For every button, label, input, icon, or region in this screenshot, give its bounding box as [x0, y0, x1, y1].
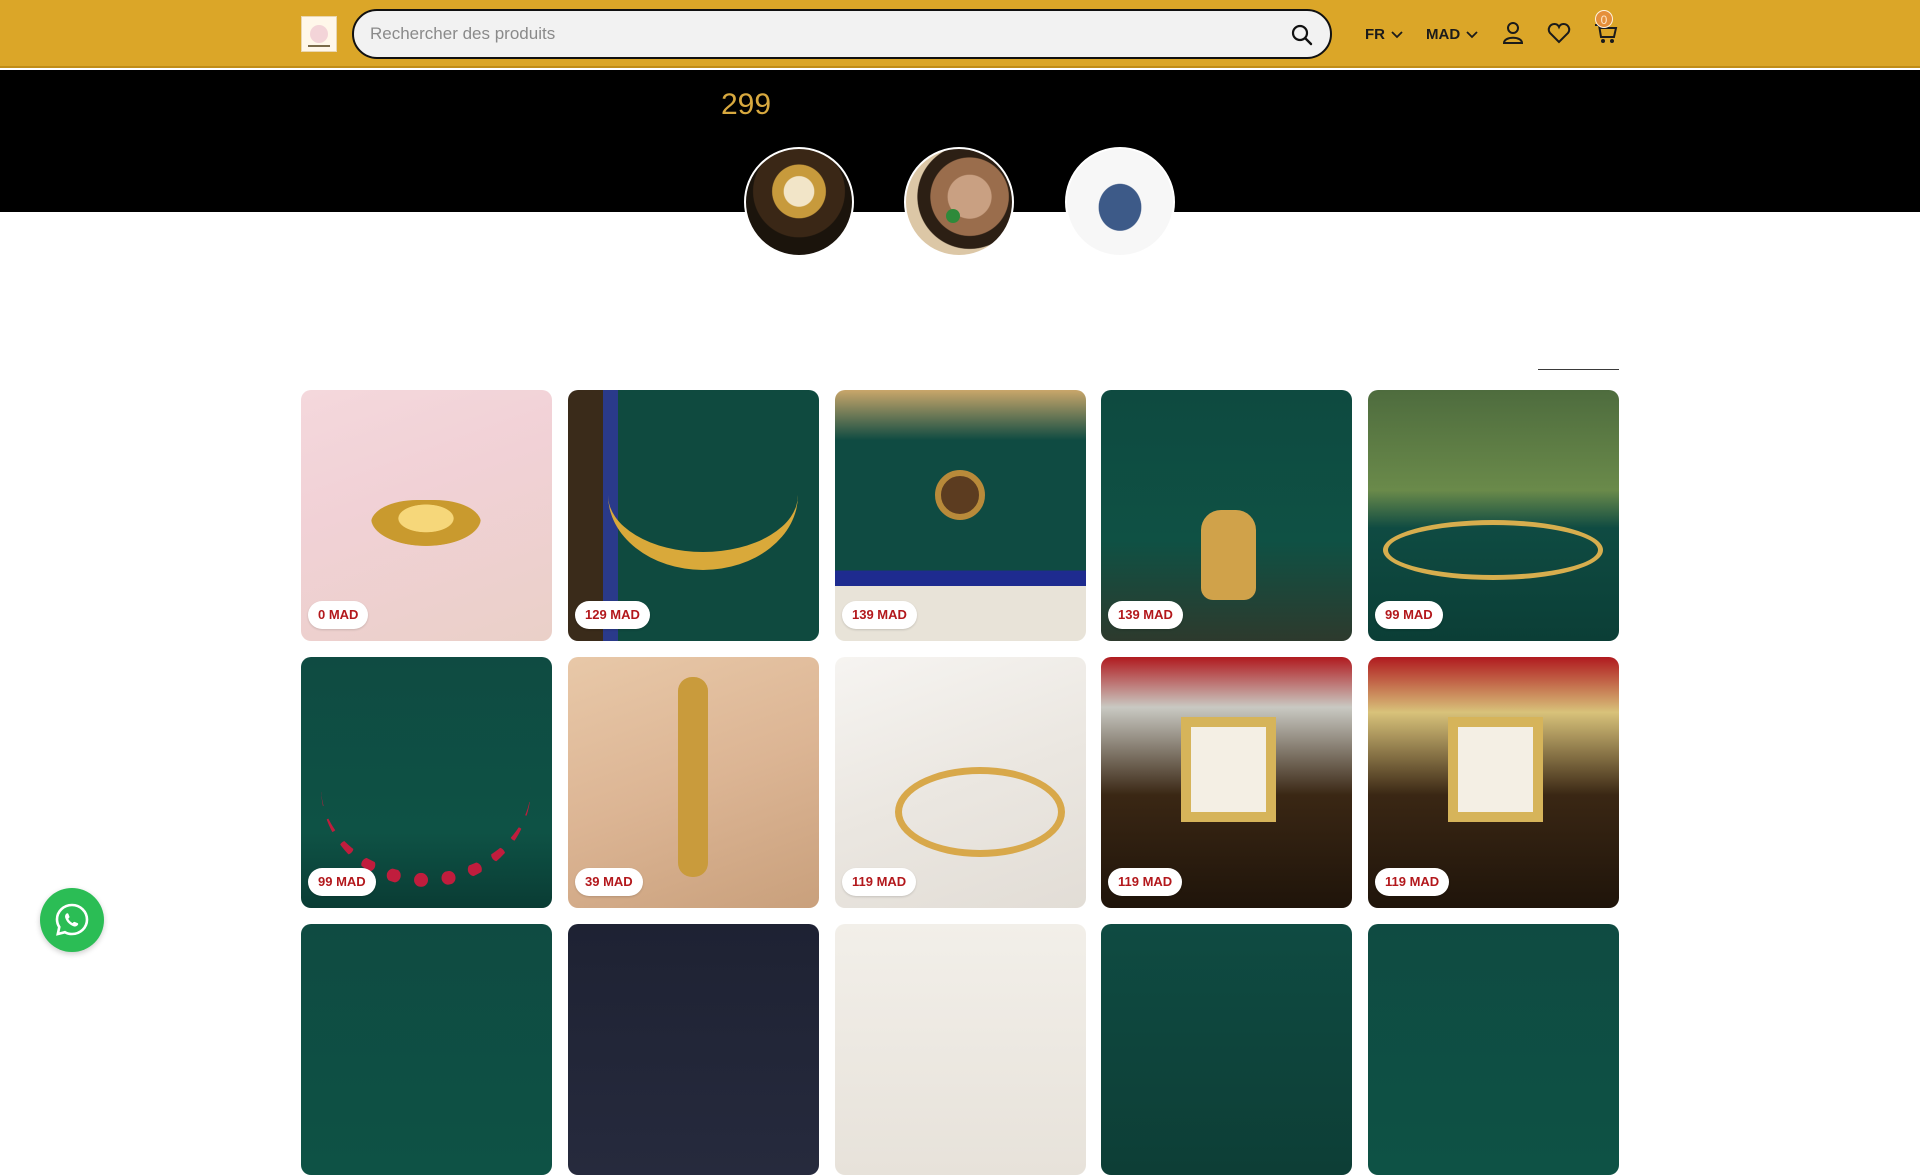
story-watch[interactable]	[744, 147, 854, 257]
chevron-down-icon	[1391, 31, 1403, 39]
section-divider	[1538, 369, 1619, 370]
whatsapp-icon	[55, 903, 89, 936]
price-badge: 99 MAD	[308, 868, 376, 896]
product-image	[1383, 520, 1603, 580]
banner-price: 299	[721, 88, 772, 121]
price-badge: 119 MAD	[1375, 868, 1450, 896]
language-selector[interactable]: FR	[1365, 0, 1404, 68]
story-hand-jewelry[interactable]	[904, 147, 1014, 257]
product-card[interactable]	[1368, 924, 1619, 1175]
whatsapp-button[interactable]	[40, 888, 104, 952]
chevron-down-icon	[1466, 31, 1478, 39]
language-label: FR	[1365, 25, 1385, 43]
price-badge: 119 MAD	[1108, 868, 1183, 896]
product-card[interactable]: 139 MAD	[835, 390, 1086, 641]
price-badge: 139 MAD	[1108, 601, 1183, 629]
product-card[interactable]: 119 MAD	[1368, 657, 1619, 908]
product-image	[935, 470, 985, 520]
price-badge: 139 MAD	[842, 601, 917, 629]
product-card[interactable]: 39 MAD	[568, 657, 819, 908]
product-image	[371, 500, 481, 546]
price-badge: 119 MAD	[842, 868, 917, 896]
price-badge: 99 MAD	[1375, 601, 1443, 629]
product-card[interactable]: 0 MAD	[301, 390, 552, 641]
logo-mark	[310, 25, 328, 43]
product-image	[321, 687, 531, 887]
bracelet-accent	[946, 209, 960, 223]
product-card[interactable]: 129 MAD	[568, 390, 819, 641]
product-card[interactable]: 119 MAD	[1101, 657, 1352, 908]
currency-selector[interactable]: MAD	[1426, 0, 1479, 68]
product-image	[895, 767, 1065, 857]
product-image	[1201, 510, 1256, 600]
product-card[interactable]: 139 MAD	[1101, 390, 1352, 641]
top-header: FR MAD 0	[0, 0, 1920, 68]
search-icon[interactable]	[1290, 23, 1314, 47]
product-image	[1448, 717, 1543, 822]
cart-count-badge: 0	[1595, 10, 1613, 28]
price-badge: 39 MAD	[575, 868, 643, 896]
story-denim-dress[interactable]	[1065, 147, 1175, 257]
product-card[interactable]: 119 MAD	[835, 657, 1086, 908]
currency-label: MAD	[1426, 25, 1461, 43]
price-badge: 129 MAD	[575, 601, 650, 629]
logo-text	[308, 45, 330, 47]
heart-icon[interactable]	[1546, 20, 1572, 46]
product-card[interactable]: 99 MAD	[301, 657, 552, 908]
product-card[interactable]	[835, 924, 1086, 1175]
price-badge: 0 MAD	[308, 601, 369, 629]
product-image	[608, 420, 798, 570]
product-card[interactable]: 99 MAD	[1368, 390, 1619, 641]
user-icon[interactable]	[1500, 20, 1526, 46]
product-image	[1181, 717, 1276, 822]
product-card[interactable]	[301, 924, 552, 1175]
search-bar	[352, 9, 1332, 59]
search-input[interactable]	[370, 11, 1270, 57]
product-image	[678, 677, 708, 877]
product-card[interactable]	[568, 924, 819, 1175]
site-logo[interactable]	[301, 16, 337, 52]
product-card[interactable]	[1101, 924, 1352, 1175]
